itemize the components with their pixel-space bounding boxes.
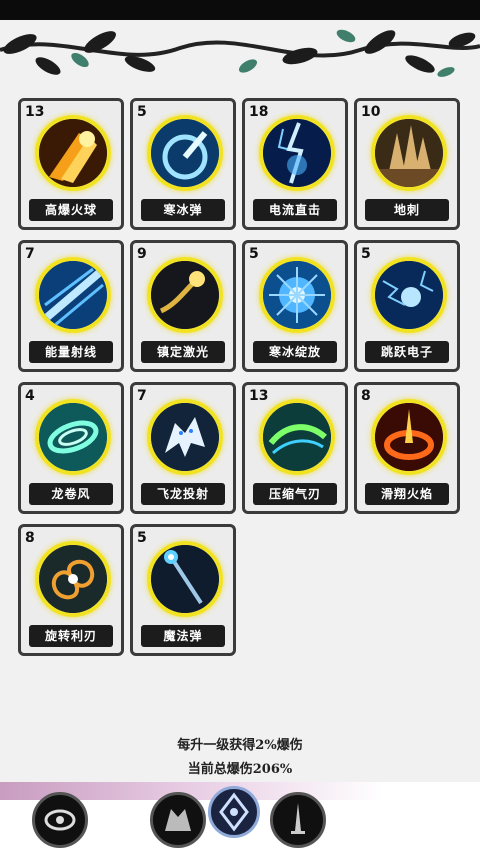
ice-bullet-icon bbox=[147, 115, 223, 191]
skill-level: 10 bbox=[361, 104, 381, 120]
skill-level: 5 bbox=[249, 246, 259, 262]
eye-skill-button[interactable] bbox=[32, 792, 88, 848]
beast-skill-button[interactable] bbox=[150, 792, 206, 848]
skill-card[interactable]: 10 地刺 bbox=[354, 98, 460, 230]
lightning-strike-icon bbox=[259, 115, 335, 191]
skill-name: 寒冰绽放 bbox=[253, 341, 337, 363]
energy-ray-icon bbox=[35, 257, 111, 333]
ground-spike-icon bbox=[371, 115, 447, 191]
skill-name: 跳跃电子 bbox=[365, 341, 449, 363]
skill-card[interactable]: 8 旋转利刃 bbox=[18, 524, 124, 656]
ice-bloom-icon bbox=[259, 257, 335, 333]
skill-name: 寒冰弹 bbox=[141, 199, 225, 221]
skill-name: 能量射线 bbox=[29, 341, 113, 363]
skill-name: 飞龙投射 bbox=[141, 483, 225, 505]
skill-name: 镇定激光 bbox=[141, 341, 225, 363]
skill-grid: 13 高爆火球 5 寒冰弹 18 电流直击 10 地刺 7 能量射线 9 镇定激… bbox=[18, 98, 462, 658]
skill-name: 滑翔火焰 bbox=[365, 483, 449, 505]
skill-level: 18 bbox=[249, 104, 269, 120]
skill-card[interactable]: 8 滑翔火焰 bbox=[354, 382, 460, 514]
skill-level: 8 bbox=[25, 530, 35, 546]
skill-level: 4 bbox=[25, 388, 35, 404]
skill-name: 地刺 bbox=[365, 199, 449, 221]
jumping-electron-icon bbox=[371, 257, 447, 333]
skill-level: 5 bbox=[137, 104, 147, 120]
skill-name: 旋转利刃 bbox=[29, 625, 113, 647]
skill-name: 魔法弹 bbox=[141, 625, 225, 647]
skill-level: 8 bbox=[361, 388, 371, 404]
skill-card[interactable]: 7 飞龙投射 bbox=[130, 382, 236, 514]
laser-icon bbox=[147, 257, 223, 333]
skill-name: 压缩气刃 bbox=[253, 483, 337, 505]
skill-card[interactable]: 7 能量射线 bbox=[18, 240, 124, 372]
air-blade-icon bbox=[259, 399, 335, 475]
skill-card[interactable]: 5 跳跃电子 bbox=[354, 240, 460, 372]
skill-card[interactable]: 5 魔法弹 bbox=[130, 524, 236, 656]
skill-level: 7 bbox=[25, 246, 35, 262]
skill-card[interactable]: 4 龙卷风 bbox=[18, 382, 124, 514]
emblem-skill-button[interactable] bbox=[208, 786, 260, 838]
spinning-blade-icon bbox=[35, 541, 111, 617]
skill-card[interactable]: 18 电流直击 bbox=[242, 98, 348, 230]
skill-card[interactable]: 5 寒冰弹 bbox=[130, 98, 236, 230]
magic-bullet-icon bbox=[147, 541, 223, 617]
skill-card[interactable]: 9 镇定激光 bbox=[130, 240, 236, 372]
skill-level: 5 bbox=[137, 530, 147, 546]
skill-card[interactable]: 13 高爆火球 bbox=[18, 98, 124, 230]
vine-decoration bbox=[0, 29, 480, 77]
total-crit-damage: 当前总爆伤206% bbox=[187, 762, 293, 777]
skill-name: 电流直击 bbox=[253, 199, 337, 221]
skill-name: 高爆火球 bbox=[29, 199, 113, 221]
crit-bonus-per-level: 每升一级获得2%爆伤 bbox=[177, 738, 303, 753]
bottom-skill-bar bbox=[0, 782, 480, 852]
fireball-icon bbox=[35, 115, 111, 191]
top-status-bar bbox=[0, 0, 480, 20]
flame-ring-icon bbox=[371, 399, 447, 475]
sword-skill-button[interactable] bbox=[270, 792, 326, 848]
skill-level: 7 bbox=[137, 388, 147, 404]
tornado-icon bbox=[35, 399, 111, 475]
flying-dragon-icon bbox=[147, 399, 223, 475]
skill-level: 13 bbox=[249, 388, 269, 404]
skill-level: 5 bbox=[361, 246, 371, 262]
skill-card[interactable]: 13 压缩气刃 bbox=[242, 382, 348, 514]
skill-level: 13 bbox=[25, 104, 45, 120]
skill-name: 龙卷风 bbox=[29, 483, 113, 505]
skill-level: 9 bbox=[137, 246, 147, 262]
skill-card[interactable]: 5 寒冰绽放 bbox=[242, 240, 348, 372]
